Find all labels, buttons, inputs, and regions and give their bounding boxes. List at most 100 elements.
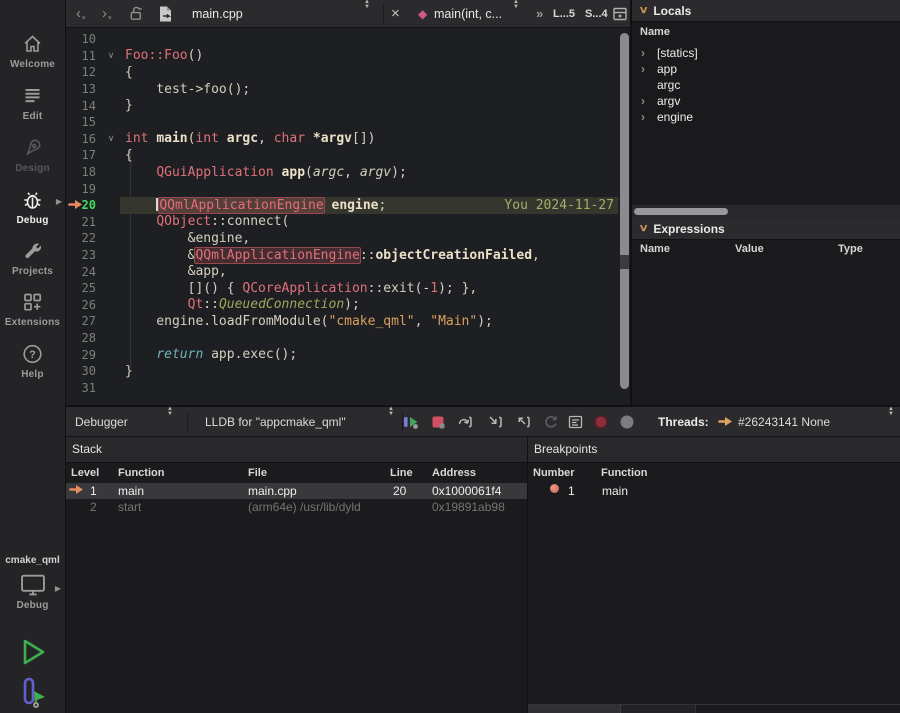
expressions-header[interactable]: ∨ Expressions	[632, 218, 900, 240]
continue-button[interactable]	[400, 407, 420, 436]
code-line[interactable]: 11∨Foo::Foo()	[66, 48, 630, 65]
line-number[interactable]: 13	[66, 82, 102, 96]
snapshot-button[interactable]	[617, 407, 637, 436]
line-number[interactable]: 14	[66, 99, 102, 113]
line-number[interactable]: 15	[66, 115, 102, 129]
code-line[interactable]: 17{	[66, 147, 630, 164]
nav-back-button[interactable]: ‹ ▾	[76, 0, 86, 27]
sidebar-item-projects[interactable]: Projects	[0, 239, 65, 277]
scroll-segment[interactable]	[528, 705, 621, 713]
document-type-button[interactable]	[156, 0, 174, 27]
sidebar-item-debug[interactable]: Debug ▶	[0, 188, 65, 226]
code-line[interactable]: 12{	[66, 64, 630, 81]
code-line[interactable]: 29 return app.exec();	[66, 346, 630, 363]
toolbar-overflow-button[interactable]: »	[536, 0, 543, 27]
current-symbol[interactable]: main(int, c...	[434, 0, 502, 27]
line-number[interactable]: 18	[66, 165, 102, 179]
code-line[interactable]: 18 QGuiApplication app(argc, argv);	[66, 164, 630, 181]
locals-header[interactable]: ∨ Locals	[632, 0, 900, 22]
debugger-log-button[interactable]	[565, 407, 585, 436]
code-line[interactable]: 21 QObject::connect(	[66, 214, 630, 231]
line-number[interactable]: 17	[66, 148, 102, 162]
fold-marker-icon[interactable]: ∨	[102, 50, 120, 61]
debug-context-caret-icon[interactable]: ▶	[56, 197, 62, 206]
restart-button[interactable]	[541, 407, 561, 436]
step-into-button[interactable]	[485, 407, 505, 436]
sidebar-item-edit[interactable]: Edit	[0, 84, 65, 122]
code-editor[interactable]: 1011∨Foo::Foo()12{13 test->foo();14}1516…	[66, 28, 630, 405]
column-header[interactable]: Number	[533, 467, 575, 479]
sidebar-item-help[interactable]: ? Help	[0, 342, 65, 380]
code-line[interactable]: 27 engine.loadFromModule("cmake_qml", "M…	[66, 313, 630, 330]
code-line[interactable]: 30}	[66, 363, 630, 380]
code-line[interactable]: 20 QQmlApplicationEngine engine;You 2024…	[66, 197, 630, 214]
stack-frame-row[interactable]: 1mainmain.cpp200x1000061f4	[66, 483, 527, 499]
line-number[interactable]: 26	[66, 298, 102, 312]
debugger-engine-select[interactable]: LLDB for "appcmake_qml"	[205, 407, 346, 436]
line-number[interactable]: 21	[66, 215, 102, 229]
line-number[interactable]: 31	[66, 381, 102, 395]
column-header[interactable]: Level	[71, 467, 99, 479]
kit-selector[interactable]: Debug ▶	[0, 572, 65, 611]
stop-button[interactable]	[428, 407, 448, 436]
run-button[interactable]	[0, 636, 65, 668]
column-header[interactable]: File	[248, 467, 267, 479]
split-editor-button[interactable]	[612, 0, 628, 27]
scroll-segment[interactable]	[621, 705, 696, 713]
code-line[interactable]: 14}	[66, 97, 630, 114]
record-button[interactable]	[591, 407, 611, 436]
hscrollbar-thumb[interactable]	[634, 208, 728, 215]
code-line[interactable]: 10	[66, 31, 630, 48]
line-number[interactable]: 22	[66, 231, 102, 245]
breakpoints-footer-scroll[interactable]	[528, 704, 900, 713]
mode-dropdown-arrows-icon[interactable]: ▲▼	[167, 407, 173, 436]
line-number[interactable]: 19	[66, 182, 102, 196]
line-number[interactable]: 25	[66, 281, 102, 295]
line-number[interactable]: 11	[66, 49, 102, 63]
expand-chevron-icon[interactable]: ›	[641, 110, 657, 124]
nav-forward-button[interactable]: › ▾	[102, 0, 112, 27]
column-header[interactable]: Function	[601, 467, 647, 479]
column-header[interactable]: Line	[390, 467, 413, 479]
code-line[interactable]: 15	[66, 114, 630, 131]
fold-marker-icon[interactable]: ∨	[102, 133, 120, 144]
code-line[interactable]: 26 Qt::QueuedConnection);	[66, 297, 630, 314]
line-number[interactable]: 27	[66, 314, 102, 328]
expand-chevron-icon[interactable]: ›	[641, 62, 657, 76]
code-line[interactable]: 16∨int main(int argc, char *argv[])	[66, 131, 630, 148]
thread-select[interactable]: #26243141 None	[738, 407, 830, 436]
locals-item[interactable]: argc	[632, 77, 900, 93]
step-over-button[interactable]	[455, 407, 475, 436]
lock-button[interactable]	[128, 0, 145, 27]
line-number[interactable]: 16	[66, 132, 102, 146]
sidebar-item-welcome[interactable]: Welcome	[0, 32, 65, 70]
column-header[interactable]: Name	[640, 243, 670, 255]
column-header[interactable]: Address	[432, 467, 476, 479]
code-line[interactable]: 28	[66, 330, 630, 347]
code-line[interactable]: 13 test->foo();	[66, 81, 630, 98]
column-header[interactable]: Name	[640, 26, 670, 38]
line-number[interactable]: 24	[66, 265, 102, 279]
close-document-button[interactable]: ×	[391, 0, 400, 27]
sidebar-item-extensions[interactable]: Extensions	[0, 290, 65, 328]
start-debug-button[interactable]	[0, 676, 65, 710]
code-line[interactable]: 19	[66, 180, 630, 197]
breakpoint-row[interactable]: 1main	[528, 483, 900, 499]
locals-item[interactable]: ›[statics]	[632, 45, 900, 61]
symbol-dropdown-arrows-icon[interactable]: ▲▼	[513, 0, 519, 27]
scrollbar-thumb[interactable]	[620, 33, 629, 389]
locals-item[interactable]: ›argv	[632, 93, 900, 109]
code-line[interactable]: 22 &engine,	[66, 230, 630, 247]
kit-caret-icon[interactable]: ▶	[55, 584, 61, 593]
column-header[interactable]: Type	[838, 243, 863, 255]
locals-item[interactable]: ›app	[632, 61, 900, 77]
editor-scrollbar[interactable]	[620, 33, 629, 399]
line-number[interactable]: 29	[66, 348, 102, 362]
line-number[interactable]: 30	[66, 364, 102, 378]
column-header[interactable]: Value	[735, 243, 764, 255]
file-dropdown-arrows-icon[interactable]: ▲▼	[364, 0, 370, 27]
thread-dropdown-arrows-icon[interactable]: ▲▼	[888, 407, 894, 436]
line-number[interactable]: 23	[66, 248, 102, 262]
debugger-mode-select[interactable]: Debugger	[75, 407, 128, 436]
code-line[interactable]: 31	[66, 379, 630, 396]
